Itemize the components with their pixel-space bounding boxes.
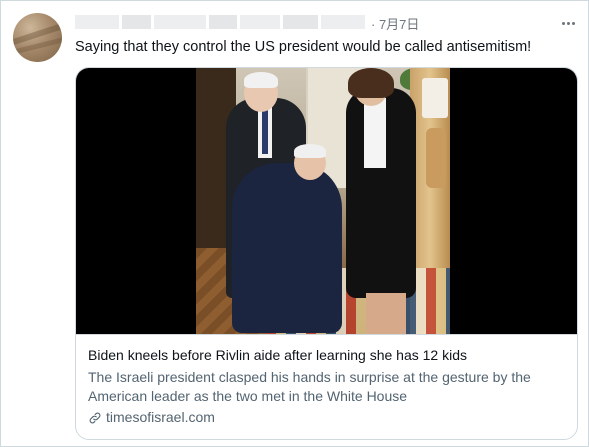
tweet-text: Saying that they control the US presiden…: [75, 39, 532, 55]
card-domain-text: timesofisrael.com: [106, 409, 215, 425]
card-image[interactable]: [76, 68, 577, 334]
tweet-container: · 7月7日 Saying that they control the US p…: [0, 0, 589, 447]
card-photo: [196, 68, 450, 334]
more-options-icon[interactable]: [560, 15, 576, 31]
card-domain[interactable]: timesofisrael.com: [88, 408, 567, 427]
card-text-area[interactable]: Biden kneels before Rivlin aide after le…: [76, 334, 577, 439]
link-icon: [89, 412, 101, 423]
avatar[interactable]: [13, 13, 62, 62]
card-description: The Israeli president clasped his hands …: [88, 369, 531, 404]
blurred-username[interactable]: [75, 15, 365, 29]
link-card[interactable]: Biden kneels before Rivlin aide after le…: [75, 67, 578, 440]
tweet-date[interactable]: · 7月7日: [371, 14, 419, 33]
card-title: Biden kneels before Rivlin aide after le…: [88, 347, 468, 363]
